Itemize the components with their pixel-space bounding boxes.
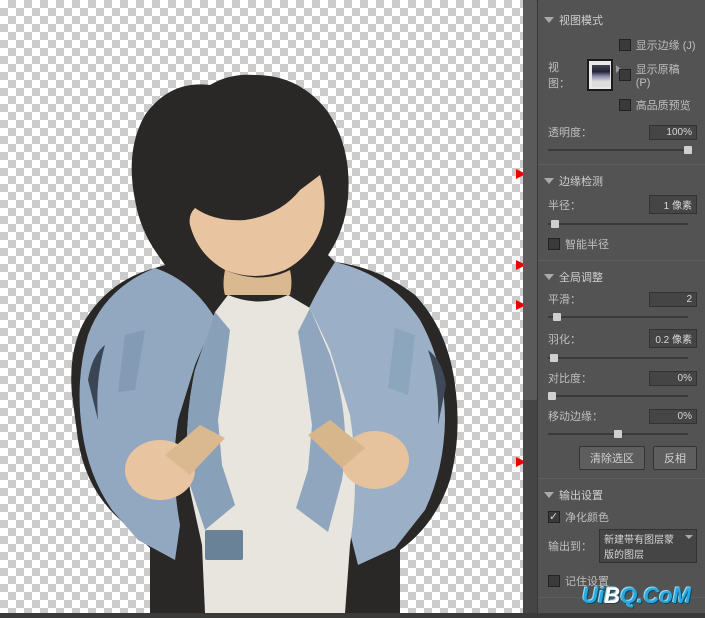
- radius-label: 半径：: [548, 197, 586, 213]
- slider-thumb[interactable]: [684, 146, 692, 154]
- section-title: 边缘检测: [559, 173, 603, 189]
- show-edge-checkbox[interactable]: [619, 39, 631, 51]
- contrast-value[interactable]: 0%: [649, 371, 697, 386]
- contrast-slider[interactable]: [548, 390, 688, 402]
- smooth-value[interactable]: 2: [649, 292, 697, 307]
- callout-arrow: [488, 258, 526, 272]
- opacity-value[interactable]: 100%: [649, 125, 697, 140]
- opacity-slider[interactable]: [548, 144, 688, 156]
- thumbnail-preview: [592, 65, 610, 87]
- chevron-down-icon: [544, 492, 554, 498]
- high-quality-label: 高品质预览: [636, 97, 691, 113]
- show-original-label: 显示原稿 (P): [636, 61, 697, 89]
- divider: [538, 478, 705, 479]
- decontaminate-label: 净化颜色: [565, 509, 609, 525]
- callout-arrow: [488, 167, 526, 181]
- output-to-dropdown[interactable]: 新建带有图层蒙版的图层: [599, 529, 697, 563]
- canvas-area: [0, 0, 523, 613]
- shift-edge-value[interactable]: 0%: [649, 409, 697, 424]
- canvas-scrollbar[interactable]: [523, 0, 537, 613]
- shift-edge-label: 移动边缘：: [548, 408, 604, 424]
- chevron-down-icon: [544, 274, 554, 280]
- invert-button[interactable]: 反相: [653, 446, 697, 470]
- output-to-label: 输出到：: [548, 538, 592, 554]
- divider: [538, 260, 705, 261]
- opacity-label: 透明度：: [548, 124, 592, 140]
- chevron-down-icon: [544, 178, 554, 184]
- high-quality-checkbox[interactable]: [619, 99, 631, 111]
- slider-thumb[interactable]: [553, 313, 561, 321]
- feather-value[interactable]: 0.2 像素: [649, 329, 697, 348]
- shift-edge-slider[interactable]: [548, 428, 688, 440]
- decontaminate-checkbox[interactable]: [548, 511, 560, 523]
- subject-image: [30, 70, 490, 613]
- radius-slider[interactable]: [548, 218, 688, 230]
- show-original-checkbox[interactable]: [619, 69, 631, 81]
- divider: [538, 164, 705, 165]
- properties-panel: 视图模式 视图： 显示边缘 (J) 显示原稿 (P) 高品质预览 透明度： 100…: [537, 0, 705, 613]
- smart-radius-label: 智能半径: [565, 236, 609, 252]
- section-title: 全局调整: [559, 269, 603, 285]
- contrast-label: 对比度：: [548, 370, 592, 386]
- callout-arrow: [488, 455, 526, 469]
- scrollbar-thumb[interactable]: [523, 0, 537, 400]
- section-output[interactable]: 输出设置: [544, 487, 697, 503]
- clear-selection-button[interactable]: 清除选区: [579, 446, 645, 470]
- view-thumbnail-picker[interactable]: [587, 59, 613, 91]
- remember-settings-checkbox[interactable]: [548, 575, 560, 587]
- slider-thumb[interactable]: [551, 220, 559, 228]
- smooth-slider[interactable]: [548, 311, 688, 323]
- chevron-down-icon: [544, 17, 554, 23]
- radius-value[interactable]: 1 像素: [649, 195, 697, 214]
- watermark: UiBQ.CoM: [582, 583, 691, 609]
- show-edge-label: 显示边缘 (J): [636, 37, 696, 53]
- smart-radius-checkbox[interactable]: [548, 238, 560, 250]
- callout-arrow: [488, 298, 526, 312]
- section-edge-detect[interactable]: 边缘检测: [544, 173, 697, 189]
- section-global-adjust[interactable]: 全局调整: [544, 269, 697, 285]
- section-view-mode[interactable]: 视图模式: [544, 12, 697, 28]
- feather-label: 羽化：: [548, 331, 586, 347]
- feather-slider[interactable]: [548, 352, 688, 364]
- slider-thumb[interactable]: [614, 430, 622, 438]
- section-title: 视图模式: [559, 12, 603, 28]
- view-label: 视图：: [548, 59, 581, 91]
- section-title: 输出设置: [559, 487, 603, 503]
- slider-thumb[interactable]: [550, 354, 558, 362]
- smooth-label: 平滑：: [548, 291, 586, 307]
- slider-thumb[interactable]: [548, 392, 556, 400]
